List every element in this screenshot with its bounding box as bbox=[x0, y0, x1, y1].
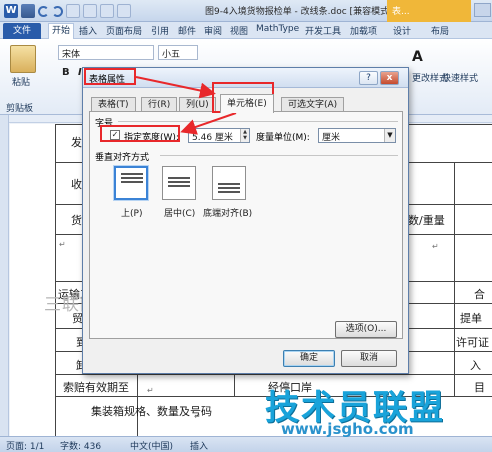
cancel-button[interactable]: 取消 bbox=[341, 350, 397, 367]
width-value: 5.46 厘米 bbox=[192, 133, 233, 143]
quick-styles-icon[interactable]: A bbox=[412, 49, 423, 65]
clipboard-group-label: 剪贴板 bbox=[6, 104, 34, 114]
paragraph-mark: ↵ bbox=[432, 242, 439, 251]
tab-alt-text[interactable]: 可选文字(A) bbox=[281, 97, 345, 112]
word-count[interactable]: 字数: 436 bbox=[60, 439, 101, 452]
table-properties-dialog: 表格属性 ? x 表格(T) 行(R) 列(U) 单元格(E) 可选文字(A) … bbox=[82, 67, 409, 374]
valign-group-label: 垂直对齐方式 bbox=[95, 153, 150, 163]
paragraph-mark: ↵ bbox=[194, 412, 201, 421]
valign-center-option[interactable] bbox=[162, 166, 196, 200]
font-color-icon[interactable] bbox=[83, 3, 97, 18]
spinner-arrows-icon[interactable]: ▲ ▼ bbox=[240, 129, 249, 142]
font-name-combo[interactable]: 宋体 bbox=[58, 45, 154, 60]
tab-column[interactable]: 列(U) bbox=[179, 97, 216, 112]
valign-center-label[interactable]: 居中(C) bbox=[164, 206, 195, 219]
table-row: 提单 bbox=[460, 312, 482, 325]
vertical-ruler[interactable] bbox=[0, 115, 9, 436]
table-row: 数/重量 bbox=[408, 214, 445, 227]
redo-icon[interactable] bbox=[52, 5, 63, 17]
paragraph-mark: ↵ bbox=[59, 240, 66, 249]
tab-view[interactable]: 视图 bbox=[230, 24, 248, 38]
width-spinner[interactable]: 5.46 厘米 ▲ ▼ bbox=[188, 128, 250, 143]
unit-value: 厘米 bbox=[322, 133, 341, 143]
page-count[interactable]: 页面: 1/1 bbox=[6, 439, 44, 452]
valign-bottom-label[interactable]: 底端对齐(B) bbox=[203, 206, 252, 219]
valign-top-label[interactable]: 上(P) bbox=[121, 206, 142, 219]
bold-button[interactable]: B bbox=[62, 67, 70, 80]
options-button[interactable]: 选项(O)... bbox=[335, 321, 397, 338]
paragraph-mark: ↵ bbox=[147, 386, 154, 395]
tab-layout[interactable]: 布局 bbox=[431, 24, 449, 38]
width-highlight-box bbox=[100, 125, 180, 142]
status-bar: 页面: 1/1 字数: 436 中文(中国) 插入 bbox=[0, 436, 492, 452]
table-row: 入 bbox=[470, 359, 481, 372]
tab-design[interactable]: 设计 bbox=[393, 24, 411, 38]
paste-icon[interactable] bbox=[10, 45, 36, 73]
table-icon[interactable] bbox=[100, 3, 114, 18]
valign-bottom-option[interactable] bbox=[212, 166, 246, 200]
table-row: 目 bbox=[474, 381, 485, 394]
title-bar: W 图9-4入境货物报检单 - 改线条.doc [兼容模式] M... 表... bbox=[0, 0, 492, 22]
tab-page-layout[interactable]: 页面布局 bbox=[106, 24, 142, 38]
help-button[interactable]: ? bbox=[359, 71, 378, 85]
table-tools-context-tab[interactable]: 表... bbox=[387, 0, 471, 22]
word-app-icon[interactable]: W bbox=[4, 3, 18, 18]
minimize-button[interactable] bbox=[474, 3, 491, 17]
insert-mode-indicator[interactable]: 插入 bbox=[190, 439, 208, 452]
table-row: 许可证 bbox=[456, 336, 489, 349]
tab-developer[interactable]: 开发工具 bbox=[305, 24, 341, 38]
tab-mailings[interactable]: 邮件 bbox=[178, 24, 196, 38]
tab-references[interactable]: 引用 bbox=[151, 24, 169, 38]
table-row: 合 bbox=[474, 288, 485, 301]
undo-icon[interactable] bbox=[38, 5, 49, 17]
unit-select[interactable]: 厘米 ▼ bbox=[318, 128, 396, 143]
save-icon[interactable] bbox=[21, 3, 35, 18]
tab-file[interactable]: 文件 bbox=[3, 23, 41, 39]
tab-addins[interactable]: 加载项 bbox=[350, 24, 377, 38]
tab-review[interactable]: 审阅 bbox=[204, 24, 222, 38]
paste-label[interactable]: 粘贴 bbox=[12, 75, 30, 88]
tab-cell[interactable]: 单元格(E) bbox=[220, 94, 274, 113]
ribbon-tabs: 文件 开始 插入 页面布局 引用 邮件 审阅 视图 MathType 开发工具 … bbox=[0, 22, 492, 39]
print-icon[interactable] bbox=[66, 3, 80, 18]
align-center-icon bbox=[168, 177, 190, 189]
align-top-icon bbox=[121, 173, 143, 185]
url-watermark: www.jsgho.com bbox=[281, 420, 414, 438]
language-indicator[interactable]: 中文(中国) bbox=[130, 439, 173, 452]
tab-home[interactable]: 开始 bbox=[48, 23, 75, 39]
tab-row[interactable]: 行(R) bbox=[141, 97, 178, 112]
window-title: 图9-4入境货物报检单 - 改线条.doc [兼容模式] M... bbox=[205, 7, 412, 17]
valign-top-option[interactable] bbox=[114, 166, 148, 200]
customize-toolbar-icon[interactable] bbox=[117, 3, 131, 18]
title-highlight-box bbox=[84, 68, 136, 85]
tab-table[interactable]: 表格(T) bbox=[91, 97, 136, 112]
table-row: 发 bbox=[71, 136, 82, 149]
quick-styles-label[interactable]: 快速样式 bbox=[442, 71, 478, 84]
align-bottom-icon bbox=[218, 183, 240, 195]
tab-mathtype[interactable]: MathType bbox=[256, 24, 299, 38]
chevron-down-icon[interactable]: ▼ bbox=[384, 129, 395, 142]
ok-button[interactable]: 确定 bbox=[283, 350, 335, 367]
font-size-combo[interactable]: 小五 bbox=[158, 45, 198, 60]
close-button[interactable]: x bbox=[380, 71, 399, 85]
unit-label: 度量单位(M): bbox=[256, 133, 310, 143]
quick-access-toolbar: W bbox=[4, 3, 134, 18]
tab-insert[interactable]: 插入 bbox=[79, 24, 97, 38]
cell-tab-panel: 字号 ✓ 指定宽度(W): 5.46 厘米 ▲ ▼ 度量单位(M): 厘米 ▼ 垂… bbox=[89, 111, 403, 339]
table-row: 索赔有效期至 bbox=[63, 381, 129, 394]
